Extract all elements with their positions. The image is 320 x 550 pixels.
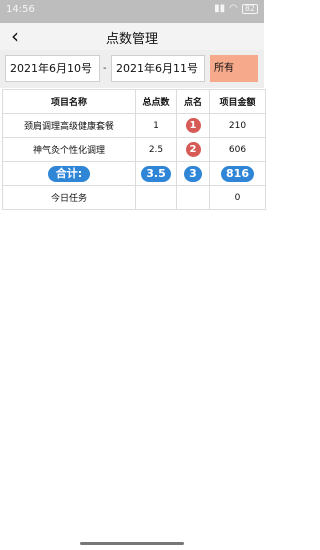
rank-badge: 2 — [185, 142, 201, 157]
table-row[interactable]: 颈肩调理高级健康套餐 1 1 210 — [2, 113, 266, 138]
table-row[interactable]: 神气灸个性化调理 2.5 2 606 — [2, 137, 266, 162]
today-points — [135, 185, 177, 210]
cell-project-name: 颈肩调理高级健康套餐 — [2, 113, 136, 138]
today-task-row: 今日任务 0 — [2, 185, 266, 210]
status-bar: 14:56 ▮▮ ◠ 82 — [0, 0, 264, 23]
cell-amount: 210 — [209, 113, 266, 138]
date-separator: - — [103, 63, 107, 74]
total-rank: 3 — [184, 165, 202, 182]
total-rank-cell: 3 — [176, 161, 210, 186]
today-rank — [176, 185, 210, 210]
total-points: 3.5 — [141, 165, 171, 182]
rank-badge: 1 — [185, 118, 201, 133]
end-date-input[interactable]: 2021年6月11号 — [111, 55, 205, 82]
header-total-points: 总点数 — [135, 89, 177, 114]
status-icons: ▮▮ ◠ 82 — [214, 4, 258, 14]
status-time: 14:56 — [6, 4, 35, 15]
total-amount-cell: 816 — [209, 161, 266, 186]
filter-row: 2021年6月10号 - 2021年6月11号 所有 — [0, 50, 264, 88]
battery-icon: 82 — [241, 4, 258, 14]
total-points-cell: 3.5 — [135, 161, 177, 186]
start-date-input[interactable]: 2021年6月10号 — [5, 55, 100, 82]
wifi-icon: ◠ — [229, 3, 238, 14]
app-header: ‹ 点数管理 — [0, 23, 264, 50]
total-row: 合计: 3.5 3 816 — [2, 161, 266, 186]
cell-rank: 1 — [176, 113, 210, 138]
total-label: 合计: — [47, 165, 91, 182]
home-indicator — [80, 542, 184, 545]
header-project-amount: 项目金额 — [209, 89, 266, 114]
today-label: 今日任务 — [2, 185, 136, 210]
today-amount: 0 — [209, 185, 266, 210]
total-amount: 816 — [221, 165, 254, 182]
total-label-cell: 合计: — [2, 161, 136, 186]
header-project-name: 项目名称 — [2, 89, 136, 114]
cell-amount: 606 — [209, 137, 266, 162]
table-header-row: 项目名称 总点数 点名 项目金额 — [2, 89, 266, 114]
signal-icon: ▮▮ — [214, 3, 226, 14]
filter-select[interactable]: 所有 — [210, 55, 258, 82]
cell-rank: 2 — [176, 137, 210, 162]
header-rank: 点名 — [176, 89, 210, 114]
cell-project-name: 神气灸个性化调理 — [2, 137, 136, 162]
cell-points: 2.5 — [135, 137, 177, 162]
points-table: 项目名称 总点数 点名 项目金额 颈肩调理高级健康套餐 1 1 210 神气灸个… — [2, 89, 266, 210]
page-title: 点数管理 — [105, 32, 158, 47]
cell-points: 1 — [135, 113, 177, 138]
